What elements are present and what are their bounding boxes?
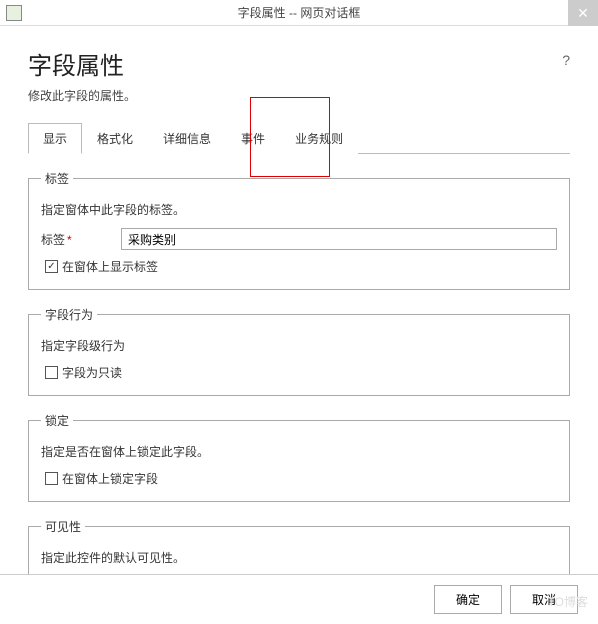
- tab-display[interactable]: 显示: [28, 123, 82, 154]
- label-section: 标签 指定窗体中此字段的标签。 标签* ✓ 在窗体上显示标签: [28, 170, 570, 290]
- label-desc: 指定窗体中此字段的标签。: [41, 201, 557, 218]
- lock-checkbox[interactable]: [45, 472, 58, 485]
- behavior-legend: 字段行为: [41, 306, 97, 323]
- label-field-label: 标签*: [41, 231, 121, 248]
- show-label-text: 在窗体上显示标签: [62, 258, 158, 275]
- tab-bar: 显示 格式化 详细信息 事件 业务规则: [28, 122, 570, 154]
- visibility-legend: 可见性: [41, 518, 85, 535]
- tab-business-rules[interactable]: 业务规则: [280, 123, 358, 154]
- page-title: 字段属性: [28, 46, 570, 81]
- footer: 确定 取消: [0, 574, 598, 624]
- lock-desc: 指定是否在窗体上锁定此字段。: [41, 443, 557, 460]
- readonly-checkbox[interactable]: [45, 366, 58, 379]
- close-button[interactable]: ✕: [568, 0, 598, 26]
- tab-events[interactable]: 事件: [226, 123, 280, 154]
- lock-text: 在窗体上锁定字段: [62, 470, 158, 487]
- tab-format[interactable]: 格式化: [82, 123, 148, 154]
- behavior-desc: 指定字段级行为: [41, 337, 557, 354]
- lock-section: 锁定 指定是否在窗体上锁定此字段。 在窗体上锁定字段: [28, 412, 570, 502]
- tab-details[interactable]: 详细信息: [148, 123, 226, 154]
- titlebar-text: 字段属性 -- 网页对话框: [0, 4, 598, 21]
- behavior-section: 字段行为 指定字段级行为 字段为只读: [28, 306, 570, 396]
- label-input[interactable]: [121, 228, 557, 250]
- lock-legend: 锁定: [41, 412, 73, 429]
- page-subtitle: 修改此字段的属性。: [28, 87, 570, 104]
- cancel-button[interactable]: 取消: [510, 585, 578, 614]
- readonly-text: 字段为只读: [62, 364, 122, 381]
- ok-button[interactable]: 确定: [434, 585, 502, 614]
- show-label-checkbox[interactable]: ✓: [45, 260, 58, 273]
- visibility-desc: 指定此控件的默认可见性。: [41, 549, 557, 566]
- help-icon[interactable]: ?: [562, 52, 570, 68]
- titlebar: 字段属性 -- 网页对话框 ✕: [0, 0, 598, 26]
- label-legend: 标签: [41, 170, 73, 187]
